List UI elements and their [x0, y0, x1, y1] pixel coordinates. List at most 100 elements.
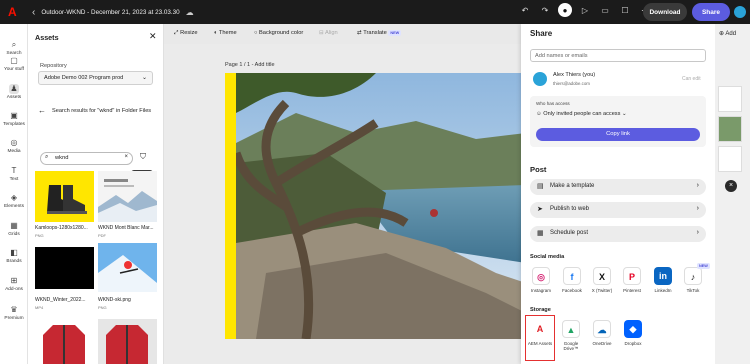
templates-icon: ▣ [10, 111, 18, 120]
publish-web-row[interactable]: ➤ Publish to web › [530, 202, 706, 218]
resize-button[interactable]: ⤢ Resize [174, 30, 198, 37]
rail-item-addons[interactable]: ⊞ Add-ons [0, 276, 28, 292]
adobe-express-logo[interactable]: A [8, 5, 22, 19]
share-button[interactable]: Share [692, 3, 730, 21]
linkedin-button[interactable]: in LinkedIn [650, 267, 676, 293]
people-icon: ☺ [536, 111, 542, 117]
pinterest-icon: P [623, 267, 641, 285]
pdf-preview-image [98, 171, 157, 222]
aem-assets-button[interactable]: A AEM Assets [527, 320, 553, 346]
google-drive-button[interactable]: ▲ Google Drive™ [558, 320, 584, 351]
x-icon: X [593, 267, 611, 285]
back-icon[interactable]: ‹ [32, 7, 35, 18]
addons-icon: ⊞ [10, 276, 18, 285]
facebook-button[interactable]: f Facebook [559, 267, 585, 293]
yellow-stripe[interactable] [225, 73, 236, 339]
undo-icon[interactable]: ↶ [518, 3, 532, 17]
boot-image [35, 171, 94, 222]
page-label[interactable]: Page 1 / 1 - Add title [225, 62, 275, 68]
asset-type: MP4 [35, 305, 44, 310]
asset-thumb-kamloops[interactable] [35, 171, 94, 222]
landscape-photo[interactable] [236, 73, 526, 339]
back-arrow-icon[interactable]: ← [38, 106, 46, 115]
asset-thumb-winter-video[interactable] [35, 247, 94, 289]
clear-icon[interactable]: × [124, 154, 128, 160]
close-icon[interactable]: ✕ [149, 31, 157, 42]
user-name: Alex Thiers (you) [553, 72, 596, 78]
avatar[interactable] [734, 6, 746, 18]
rail-item-text[interactable]: T Text [0, 166, 28, 182]
asset-type: PDF [98, 233, 106, 238]
send-icon: ➤ [537, 206, 543, 213]
jacket-image [106, 325, 148, 364]
right-rail: ⊕ Add × [715, 24, 750, 364]
search-icon: ⌕ [45, 154, 49, 160]
chevron-right-icon: › [696, 205, 699, 212]
media-icon: ◎ [10, 138, 18, 147]
onedrive-button[interactable]: ☁ OneDrive [589, 320, 615, 346]
repository-label: Repository [40, 63, 67, 69]
rail-item-your-stuff[interactable]: ▢ Your stuff [0, 56, 28, 72]
rail-item-search[interactable]: ⌕ Search [0, 40, 28, 56]
photo-image [236, 73, 526, 339]
asset-thumb-jacket-1[interactable] [35, 319, 94, 364]
ski-image [98, 243, 157, 292]
dropbox-button[interactable]: ◆ Dropbox [620, 320, 646, 346]
pinterest-button[interactable]: P Pinterest [619, 267, 645, 293]
search-input[interactable]: ⌕ wknd × [40, 152, 133, 165]
rail-item-brands[interactable]: ◧ Brands [0, 248, 28, 264]
tiktok-button[interactable]: ♪ TikTok [680, 267, 706, 293]
share-title: Share [530, 29, 553, 38]
adobe-icon: A [531, 320, 549, 338]
brands-icon: ◧ [10, 248, 18, 257]
download-button[interactable]: Download [643, 3, 687, 21]
add-page-button[interactable]: ⊕ Add [719, 30, 736, 37]
folder-icon: ▢ [10, 56, 18, 65]
x-twitter-button[interactable]: XX (Twitter) [589, 267, 615, 293]
background-color-button[interactable]: ○ Background color [254, 30, 303, 36]
asset-type: PNG [35, 233, 44, 238]
document-title[interactable]: Outdoor-WKND - December 21, 2023 at 23.0… [41, 9, 179, 16]
access-box: Who has access ☺ Only invited people can… [530, 96, 706, 147]
canvas-toolbar: ⤢ Resize ◐ Theme ○ Background color ⊟ Al… [164, 24, 526, 44]
rail-item-assets[interactable]: ♟ Assets [0, 84, 28, 100]
elements-icon: ◈ [10, 193, 18, 202]
linkedin-icon: in [654, 267, 672, 285]
add-names-input[interactable]: Add names or emails [530, 49, 706, 62]
share-people-icon[interactable]: ● [558, 3, 572, 17]
template-icon: ▤ [537, 183, 544, 190]
page-thumb[interactable] [718, 146, 742, 172]
align-button[interactable]: ⊟ Align [319, 30, 338, 36]
present-icon[interactable]: ▷ [578, 3, 592, 17]
notes-icon[interactable]: ☐ [618, 3, 632, 17]
assets-title: Assets [35, 33, 59, 42]
asset-thumb-jacket-2[interactable] [98, 319, 157, 364]
schedule-post-row[interactable]: ▦ Schedule post › [530, 226, 706, 242]
theme-button[interactable]: ◐ Theme [214, 30, 237, 36]
social-title: Social media [530, 254, 565, 260]
instagram-button[interactable]: ◎ Instagram [528, 267, 554, 293]
make-template-row[interactable]: ▤ Make a template › [530, 179, 706, 195]
access-select[interactable]: ☺ Only invited people can access ⌄ [536, 111, 627, 117]
asset-name: WKND-ski.png [98, 297, 131, 303]
comment-icon[interactable]: ▭ [598, 3, 612, 17]
tiktok-icon: ♪ [684, 267, 702, 285]
text-icon: T [11, 166, 17, 175]
repository-select[interactable]: Adobe Demo 002 Program prod ⌄ [38, 71, 153, 85]
translate-button[interactable]: ⇄ Translate NEW [357, 30, 402, 36]
redo-icon[interactable]: ↷ [538, 3, 552, 17]
page-thumb[interactable] [718, 116, 742, 142]
rail-item-elements[interactable]: ◈ Elements [0, 193, 28, 209]
asset-thumb-ski[interactable] [98, 243, 157, 292]
storage-title: Storage [530, 307, 551, 313]
rail-item-grids[interactable]: ▦ Grids [0, 221, 28, 237]
rail-item-premium[interactable]: ♛ Premium [0, 305, 28, 321]
share-panel: Share Add names or emails Alex Thiers (y… [521, 24, 715, 364]
filter-icon[interactable]: ⛉ [140, 152, 146, 162]
page-thumb[interactable] [718, 86, 742, 112]
copy-link-button[interactable]: Copy link [536, 128, 700, 141]
asset-thumb-montblanc[interactable] [98, 171, 157, 222]
rail-item-media[interactable]: ◎ Media [0, 138, 28, 154]
close-icon[interactable]: × [725, 180, 737, 192]
rail-item-templates[interactable]: ▣ Templates [0, 111, 28, 127]
